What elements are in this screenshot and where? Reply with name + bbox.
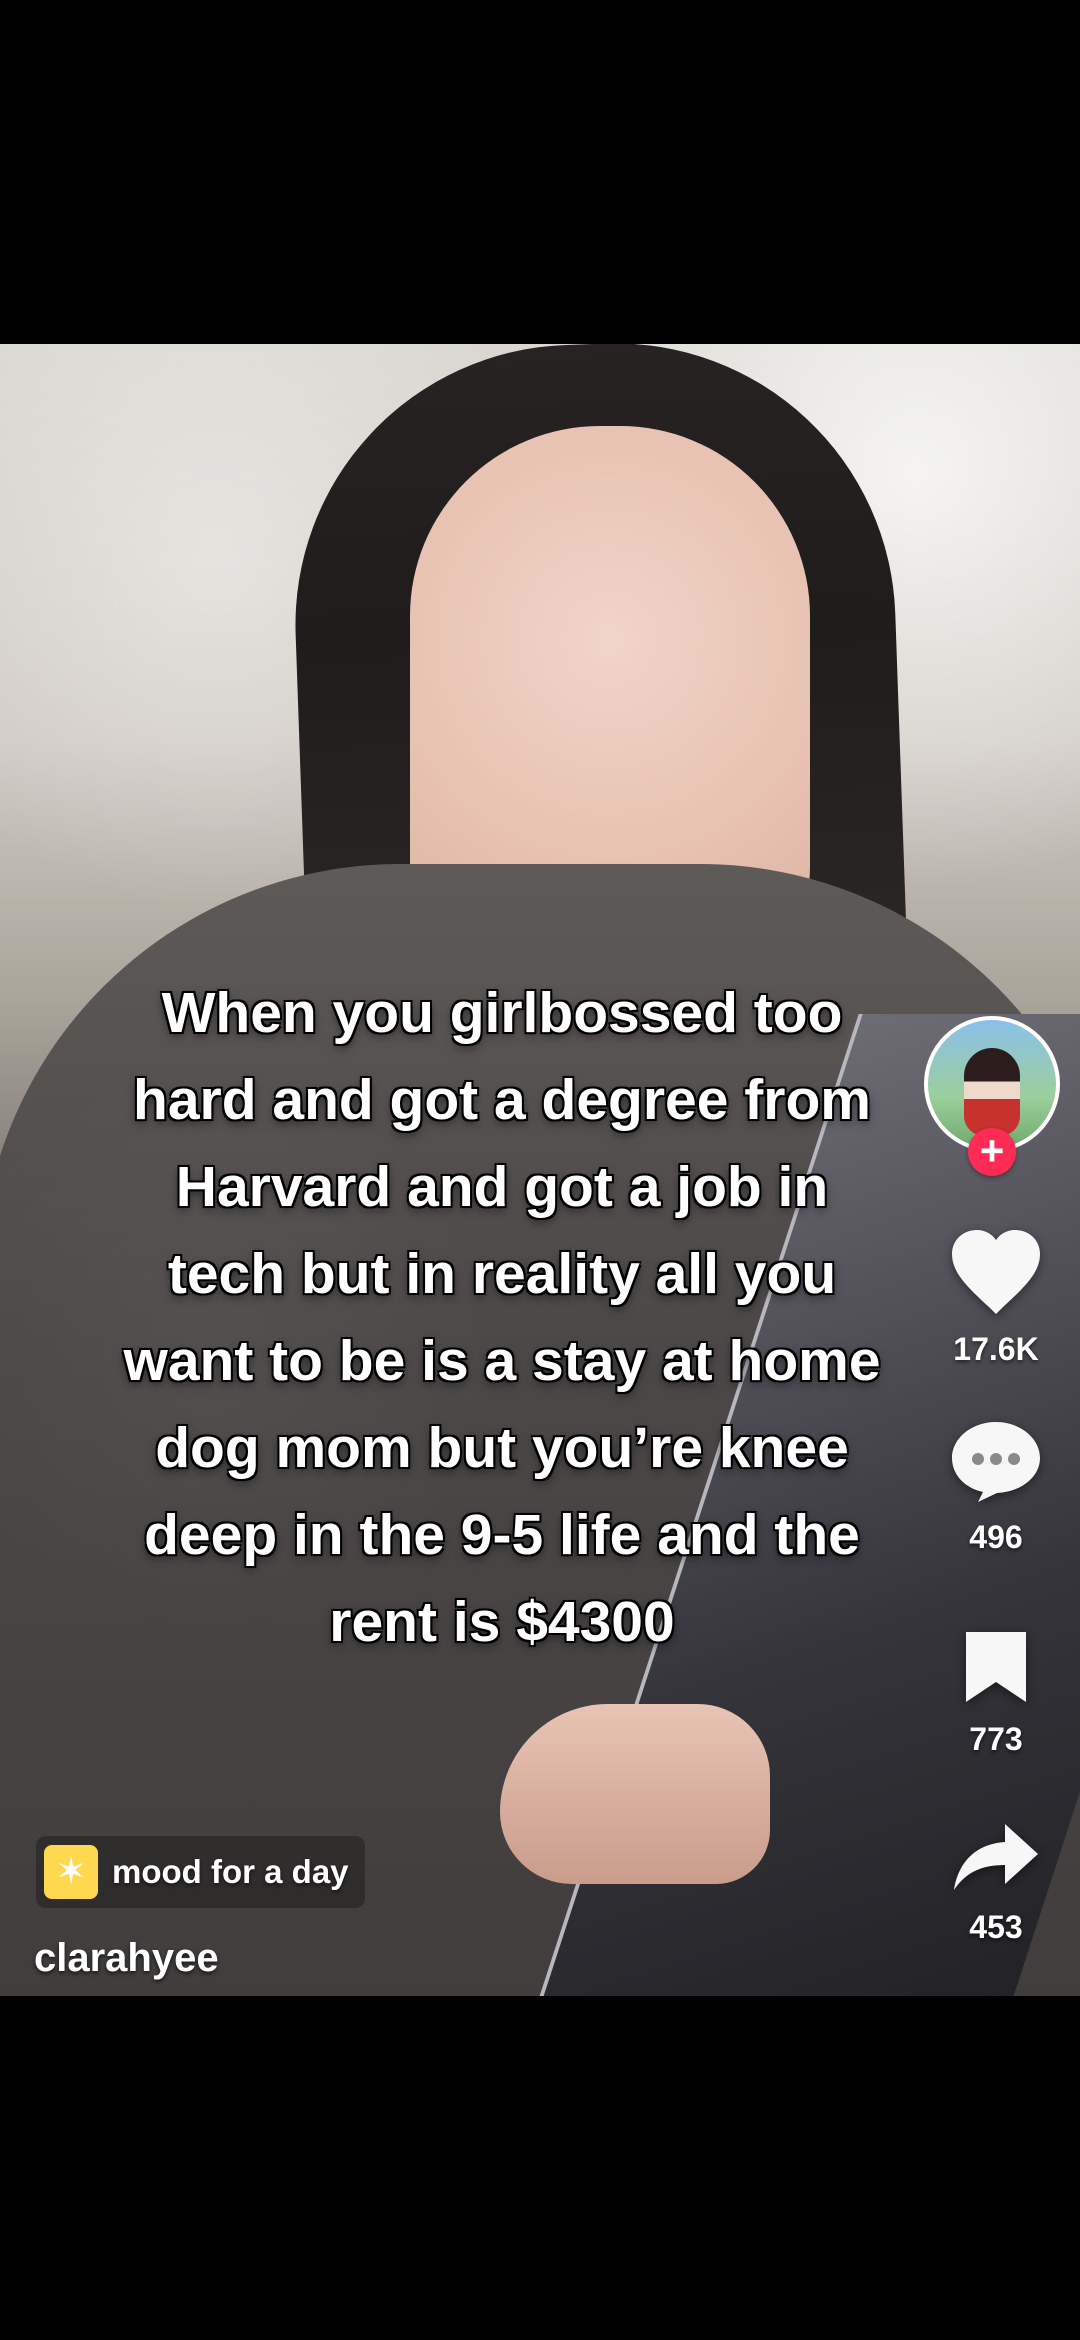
sound-label[interactable]: ✶ mood for a day: [36, 1836, 365, 1908]
like-count: 17.6K: [953, 1331, 1039, 1367]
bookmark-icon: [946, 1628, 1046, 1706]
sound-name: mood for a day: [112, 1853, 349, 1890]
creator-username[interactable]: clarahyee: [34, 1934, 219, 1982]
share-arrow-icon: [946, 1820, 1046, 1894]
speech-bubble-icon: [946, 1420, 1046, 1504]
follow-button[interactable]: +: [968, 1128, 1016, 1176]
sparkle-icon: ✶: [44, 1845, 98, 1899]
bookmark-button[interactable]: 773: [946, 1628, 1046, 1758]
plus-icon: +: [979, 1127, 1005, 1174]
avatar-person-image: [964, 1048, 1020, 1136]
heart-icon: [946, 1230, 1046, 1316]
person-hand: [500, 1704, 770, 1884]
video-caption-overlay: When you girlbossed too hard and got a d…: [123, 981, 881, 1654]
bookmark-count: 773: [969, 1721, 1023, 1757]
share-button[interactable]: 453: [946, 1820, 1046, 1946]
comment-count: 496: [969, 1519, 1023, 1555]
creator-avatar-wrap[interactable]: +: [924, 1016, 1064, 1176]
comment-button[interactable]: 496: [946, 1420, 1046, 1556]
like-button[interactable]: 17.6K: [946, 1230, 1046, 1368]
share-count: 453: [969, 1909, 1023, 1945]
